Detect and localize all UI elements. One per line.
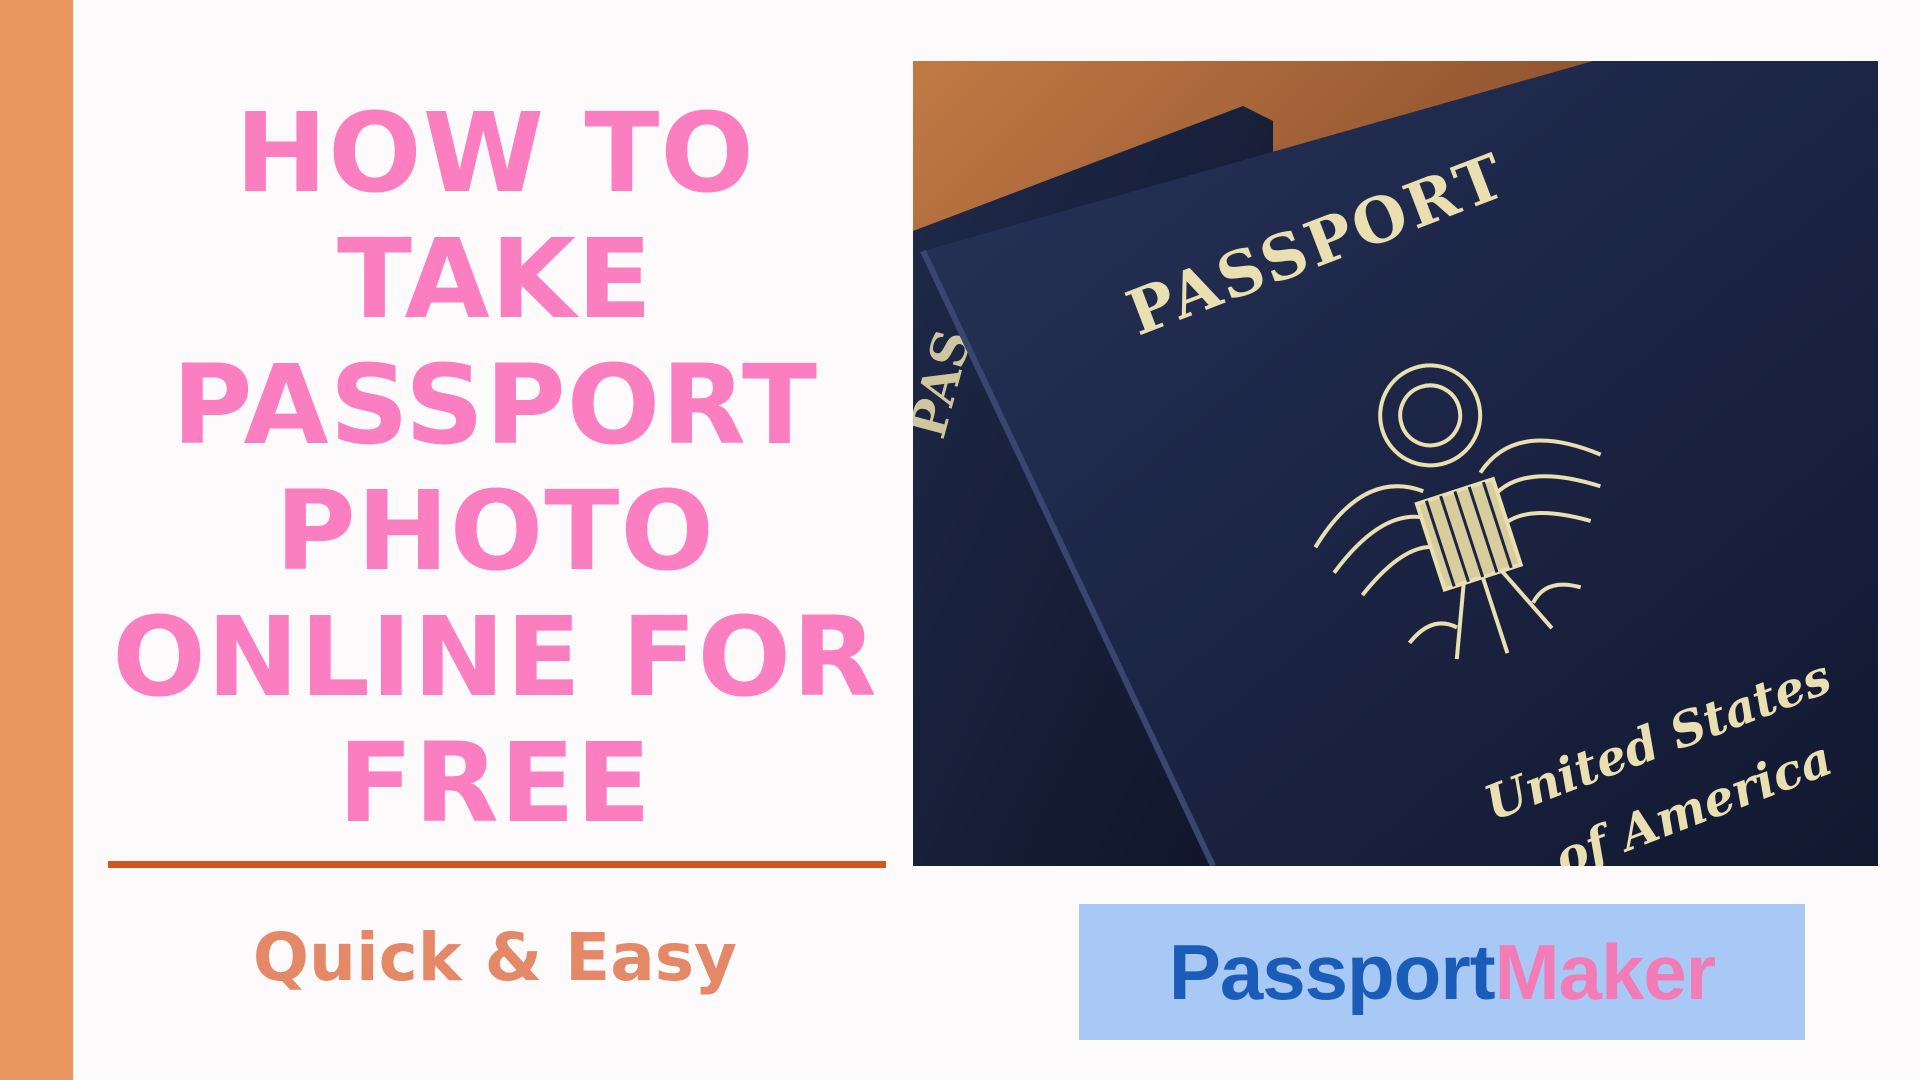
headline-line: ONLINE FOR <box>112 593 878 721</box>
headline-divider <box>108 861 886 868</box>
logo-text: PassportMaker <box>1168 927 1716 1018</box>
headline-line: TAKE <box>336 215 653 343</box>
headline: HOW TO TAKE PASSPORT PHOTO ONLINE FOR FR… <box>100 90 890 846</box>
logo-text-passport: Passport <box>1168 927 1496 1016</box>
headline-line: HOW TO <box>235 89 755 217</box>
passportmaker-logo[interactable]: PassportMaker <box>1079 904 1805 1040</box>
left-accent-bar <box>0 0 73 1080</box>
headline-line: PHOTO <box>275 467 715 595</box>
tagline: Quick & Easy <box>252 919 738 996</box>
logo-text-maker: Maker <box>1494 927 1716 1016</box>
headline-line: FREE <box>337 719 653 847</box>
headline-line: PASSPORT <box>171 341 819 469</box>
passport-photo: PAS PASSPORT United States of America <box>913 61 1878 866</box>
thumbnail-canvas: HOW TO TAKE PASSPORT PHOTO ONLINE FOR FR… <box>0 0 1920 1080</box>
